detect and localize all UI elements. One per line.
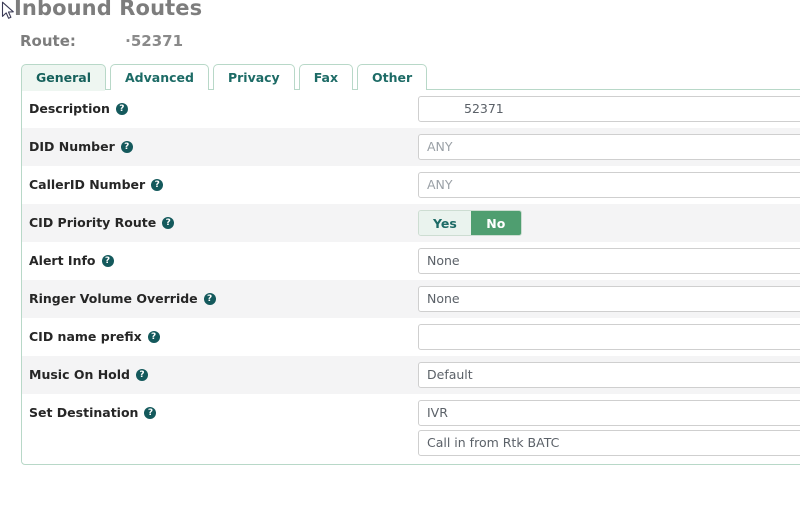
field-label: CID name prefix [29, 329, 142, 344]
route-label: Route: [20, 32, 76, 50]
field-control: None [418, 280, 800, 318]
field-label-group: Ringer Volume Override? [22, 280, 418, 306]
field-label-group: Alert Info? [22, 242, 418, 268]
help-icon[interactable]: ? [144, 406, 157, 419]
text-input[interactable]: ANY [418, 134, 800, 160]
field-control [418, 318, 800, 356]
field-control: IVR Call in from Rtk BATC [418, 394, 800, 462]
field-label: Music On Hold [29, 367, 130, 382]
text-input[interactable] [418, 324, 800, 350]
general-tab-panel: Description? 52371 DID Number? ANY CallerID … [21, 89, 800, 465]
destination-type-select[interactable]: IVR [418, 400, 800, 426]
field-label: CallerID Number [29, 177, 146, 192]
field-label-group: Music On Hold? [22, 356, 418, 382]
route-line: Route: ·52371 [20, 32, 183, 50]
help-icon[interactable]: ? [147, 330, 160, 343]
page-title: Inbound Routes [14, 0, 203, 20]
tab-fax[interactable]: Fax [298, 64, 354, 90]
tab-other[interactable]: Other [357, 64, 428, 90]
tab-bar: General Advanced Privacy Fax Other [21, 63, 428, 91]
text-input[interactable]: ANY [418, 172, 800, 198]
tab-privacy[interactable]: Privacy [212, 64, 295, 90]
field-label-group: Description? [22, 90, 418, 116]
field-label-group: CID name prefix? [22, 318, 418, 344]
field-label-group: CID Priority Route? [22, 204, 418, 230]
destination-target-select[interactable]: Call in from Rtk BATC [418, 430, 800, 456]
form-row: Set Destination? IVR Call in from Rtk BATC [22, 394, 800, 462]
form-row: CallerID Number? ANY [22, 166, 800, 204]
tab-advanced[interactable]: Advanced [110, 64, 209, 90]
yes-no-toggle: Yes No [418, 210, 522, 236]
help-icon[interactable]: ? [151, 178, 164, 191]
help-icon[interactable]: ? [162, 216, 175, 229]
field-label-group: DID Number? [22, 128, 418, 154]
field-label: Description [29, 101, 110, 116]
form-row: CID Priority Route? Yes No [22, 204, 800, 242]
field-label: Alert Info [29, 253, 96, 268]
field-label-group: CallerID Number? [22, 166, 418, 192]
select-field[interactable]: None [418, 248, 800, 274]
tab-general[interactable]: General [21, 64, 106, 91]
toggle-option-no[interactable]: No [470, 211, 521, 235]
field-label: Set Destination [29, 405, 139, 420]
form-row: Ringer Volume Override? None [22, 280, 800, 318]
mouse-cursor [1, 1, 14, 19]
help-icon[interactable]: ? [115, 102, 128, 115]
field-control: 52371 [418, 90, 800, 128]
form-row: Alert Info? None [22, 242, 800, 280]
field-control: None [418, 242, 800, 280]
toggle-option-yes[interactable]: Yes [419, 211, 471, 235]
field-control: Yes No [418, 204, 800, 242]
field-label: DID Number [29, 139, 115, 154]
help-icon[interactable]: ? [203, 292, 216, 305]
field-control: Default [418, 356, 800, 394]
select-field[interactable]: None [418, 286, 800, 312]
field-label: CID Priority Route [29, 215, 157, 230]
field-label-group: Set Destination? [22, 394, 418, 420]
form-row: CID name prefix? [22, 318, 800, 356]
field-control: ANY [418, 128, 800, 166]
form-row: Music On Hold? Default [22, 356, 800, 394]
field-label: Ringer Volume Override [29, 291, 198, 306]
help-icon[interactable]: ? [120, 140, 133, 153]
field-control: ANY [418, 166, 800, 204]
select-field[interactable]: Default [418, 362, 800, 388]
form-row: Description? 52371 [22, 90, 800, 128]
form-row: DID Number? ANY [22, 128, 800, 166]
inbound-routes-page: Inbound Routes Route: ·52371 General Adva… [0, 0, 800, 528]
help-icon[interactable]: ? [101, 254, 114, 267]
text-input[interactable]: 52371 [418, 96, 800, 122]
route-value: ·52371 [125, 32, 184, 50]
help-icon[interactable]: ? [135, 368, 148, 381]
